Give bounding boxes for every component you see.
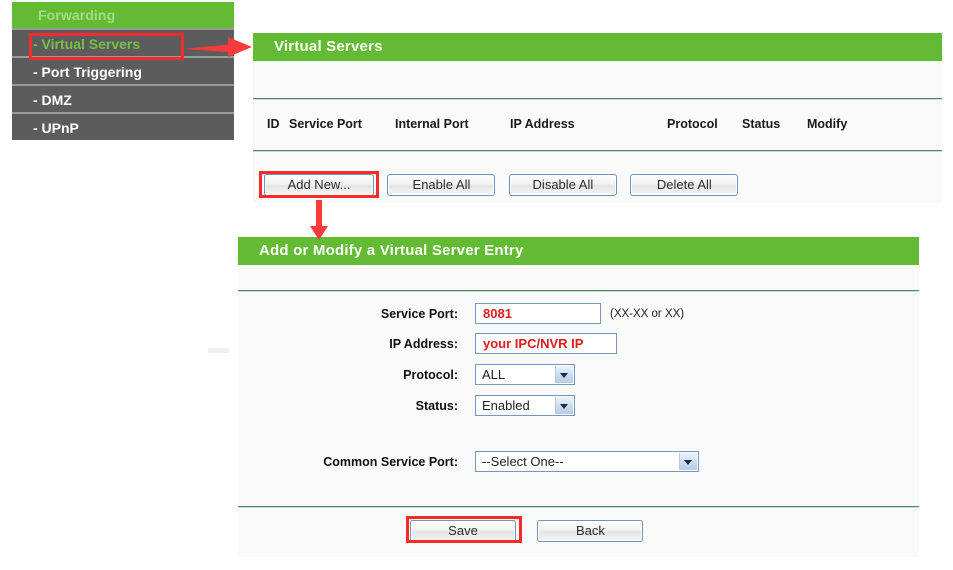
field-row-common-service-port: Common Service Port: --Select One-- [238,451,919,475]
field-row-service-port: Service Port: (XX-XX or XX) [238,303,919,327]
enable-all-button[interactable]: Enable All [387,174,496,196]
sidebar-item-label: - Port Triggering [33,64,142,80]
sidebar-item-upnp[interactable]: - UPnP [12,112,234,140]
ip-address-input[interactable] [475,333,617,354]
sidebar-item-port-triggering[interactable]: - Port Triggering [12,56,234,84]
protocol-selected-value: ALL [482,367,506,382]
column-header-internal-port: Internal Port [395,117,469,131]
column-header-id: ID [267,117,280,131]
service-port-label: Service Port: [380,307,458,321]
form-divider-top [238,290,919,292]
chevron-down-icon[interactable] [555,397,573,414]
sidebar-item-label: - DMZ [33,92,72,108]
column-header-ip-address: IP Address [510,117,575,131]
common-service-port-selected-value: --Select One-- [482,454,564,469]
sidebar-item-label: - UPnP [33,120,79,136]
page-artifact-mark [208,348,229,353]
panel-divider-top [253,98,942,100]
form-divider-bottom [238,506,919,508]
sidebar-item-dmz[interactable]: - DMZ [12,84,234,112]
status-selected-value: Enabled [482,398,530,413]
field-row-ip-address: IP Address: [238,333,919,357]
status-select[interactable]: Enabled [475,395,575,416]
sidebar-item-virtual-servers[interactable]: - Virtual Servers [12,28,234,56]
status-label: Status: [415,399,458,413]
protocol-label: Protocol: [403,368,458,382]
delete-all-button[interactable]: Delete All [630,174,739,196]
virtual-servers-action-buttons: Add New... Enable All Disable All Delete… [264,174,739,196]
arrow-down-icon [310,200,328,240]
virtual-servers-panel: Virtual Servers ID Service Port Internal… [253,33,942,203]
column-header-modify: Modify [807,117,848,131]
field-row-status: Status: Enabled [238,395,919,419]
column-header-protocol: Protocol [667,117,718,131]
save-button[interactable]: Save [410,520,516,542]
service-port-input[interactable] [475,303,601,324]
sidebar-section-forwarding: Forwarding [12,2,234,28]
form-action-buttons: Save Back [410,520,644,542]
add-new-button[interactable]: Add New... [264,174,374,196]
protocol-select[interactable]: ALL [475,364,575,385]
column-header-service-port: Service Port [289,117,362,131]
panel-divider-table [253,150,942,152]
add-modify-entry-panel: Add or Modify a Virtual Server Entry Ser… [238,237,919,557]
chevron-down-icon[interactable] [555,366,573,383]
panel-title-virtual-servers: Virtual Servers [253,33,942,61]
back-button[interactable]: Back [537,520,644,542]
ip-address-label: IP Address: [389,337,458,351]
panel-title-add-modify: Add or Modify a Virtual Server Entry [238,237,919,265]
virtual-servers-table-header: ID Service Port Internal Port IP Address… [267,117,927,133]
sidebar-item-label: - Virtual Servers [33,36,141,52]
field-row-protocol: Protocol: ALL [238,364,919,388]
chevron-down-icon[interactable] [679,453,697,470]
sidebar-navigation: Forwarding - Virtual Servers - Port Trig… [12,2,234,140]
disable-all-button[interactable]: Disable All [508,174,617,196]
column-header-status: Status [742,117,781,131]
service-port-hint: (XX-XX or XX) [610,308,685,320]
common-service-port-select[interactable]: --Select One-- [475,451,699,472]
common-service-port-label: Common Service Port: [323,455,458,469]
